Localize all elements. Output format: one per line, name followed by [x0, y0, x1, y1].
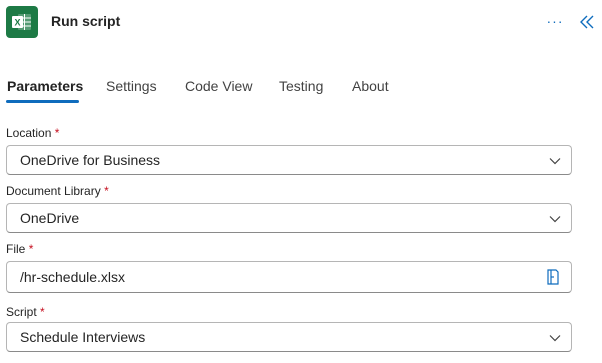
- excel-icon: X: [6, 6, 38, 38]
- script-value: Schedule Interviews: [20, 329, 146, 345]
- collapse-panel-button[interactable]: [578, 12, 596, 32]
- chevron-down-icon: [549, 158, 561, 165]
- tab-about[interactable]: About: [352, 78, 389, 94]
- file-picker-icon[interactable]: [545, 268, 561, 286]
- document-library-label-text: Document Library: [6, 184, 101, 198]
- tab-testing[interactable]: Testing: [279, 78, 323, 94]
- more-options-button[interactable]: ···: [544, 10, 566, 34]
- required-marker: *: [28, 242, 34, 256]
- file-label: File *: [6, 242, 33, 256]
- script-label: Script *: [6, 305, 45, 319]
- required-marker: *: [54, 126, 60, 140]
- file-label-text: File: [6, 242, 26, 256]
- file-value: /hr-schedule.xlsx: [20, 269, 126, 285]
- chevron-down-icon: [549, 335, 561, 342]
- tab-list: Parameters Settings Code View Testing Ab…: [0, 70, 602, 106]
- location-dropdown[interactable]: OneDrive for Business: [6, 145, 572, 175]
- page-title: Run script: [51, 13, 121, 29]
- required-marker: *: [104, 184, 109, 198]
- double-chevron-left-icon: [580, 15, 594, 29]
- location-label: Location *: [6, 126, 59, 140]
- action-header: X Run script ···: [0, 0, 602, 46]
- script-label-text: Script: [6, 305, 37, 319]
- document-library-value: OneDrive: [20, 210, 80, 226]
- location-value: OneDrive for Business: [20, 152, 161, 168]
- more-horizontal-icon: ···: [546, 13, 564, 29]
- document-library-label: Document Library *: [6, 184, 109, 198]
- svg-text:X: X: [14, 18, 20, 28]
- tab-parameters[interactable]: Parameters: [7, 78, 83, 94]
- document-library-dropdown[interactable]: OneDrive: [6, 203, 572, 233]
- tab-code-view[interactable]: Code View: [185, 78, 252, 94]
- chevron-down-icon: [549, 216, 561, 223]
- location-label-text: Location: [6, 126, 52, 140]
- file-input[interactable]: /hr-schedule.xlsx: [6, 261, 572, 293]
- script-dropdown[interactable]: Schedule Interviews: [6, 322, 572, 352]
- active-tab-indicator: [6, 100, 79, 103]
- required-marker: *: [40, 305, 45, 319]
- tab-settings[interactable]: Settings: [106, 78, 157, 94]
